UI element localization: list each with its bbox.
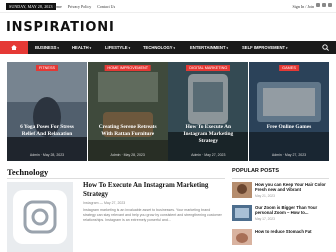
category-badge[interactable]: DIGITAL MARKETING xyxy=(186,65,231,71)
top-link-home[interactable]: Home xyxy=(52,4,62,9)
divider xyxy=(7,178,225,179)
featured-meta: Admin · May 27, 2023 xyxy=(271,153,307,157)
popular-thumbnail xyxy=(232,205,252,221)
chevron-down-icon: ▾ xyxy=(89,46,92,50)
chevron-down-icon: ▾ xyxy=(57,46,59,50)
post-excerpt: Instagram marketing is an invaluable ass… xyxy=(83,208,222,222)
featured-title[interactable]: Free Online Games xyxy=(255,124,323,131)
top-bar: SUNDAY, MAY 28, 2023 Home Privacy Policy… xyxy=(0,0,336,13)
popular-post-title[interactable]: How to reduce Stomach Fat xyxy=(255,229,329,234)
popular-posts-heading: POPULAR POSTS xyxy=(232,168,280,174)
nav-item-technology[interactable]: TECHNOLOGY▾ xyxy=(143,41,175,54)
chevron-down-icon: ▾ xyxy=(286,46,288,50)
date-badge: SUNDAY, MAY 28, 2023 xyxy=(6,3,56,10)
featured-title[interactable]: Creating Serene Retreats With Rattan Fur… xyxy=(94,124,162,138)
top-link-contact[interactable]: Contact Us xyxy=(97,4,115,9)
site-logo[interactable]: INSPIRATIONI xyxy=(6,20,115,35)
social-icons xyxy=(316,3,332,7)
featured-grid: FITNESS 6 Yoga Poses For Stress Relief A… xyxy=(7,62,329,161)
top-links: Home Privacy Policy Contact Us xyxy=(52,4,120,9)
post-thumbnail xyxy=(7,182,73,252)
category-badge[interactable]: GAMES xyxy=(279,65,299,71)
featured-card[interactable]: DIGITAL MARKETING How To Execute An Inst… xyxy=(168,62,249,161)
featured-meta: Admin · May 28, 2023 xyxy=(110,153,145,157)
facebook-icon[interactable] xyxy=(316,3,320,7)
instagram-icon[interactable] xyxy=(328,3,332,7)
featured-image-games xyxy=(249,62,329,161)
popular-post-date: May 21, 2023 xyxy=(255,194,275,198)
chevron-down-icon: ▾ xyxy=(173,46,176,50)
popular-post-title[interactable]: Our Zoom is Bigger Than Your personal Zo… xyxy=(255,205,329,215)
category-badge[interactable]: HOME IMPROVEMENT xyxy=(104,65,152,71)
post-meta: Instagram — May 27, 2023 xyxy=(83,201,126,205)
chevron-down-icon: ▾ xyxy=(226,46,229,50)
technology-post: How To Execute An Instagram Marketing St… xyxy=(83,181,223,223)
nav-item-self-improvement[interactable]: SELF IMPROVEMENT▾ xyxy=(242,41,288,54)
popular-post[interactable]: How to reduce Stomach Fat xyxy=(232,229,329,251)
featured-title[interactable]: 6 Yoga Poses For Stress Relief And Relax… xyxy=(13,124,81,138)
featured-meta: Admin · May 27, 2023 xyxy=(191,153,226,157)
featured-card[interactable]: HOME IMPROVEMENT Creating Serene Retreat… xyxy=(87,62,168,161)
popular-post-title[interactable]: How you can Keep Your Hair Color Fresh n… xyxy=(255,182,329,192)
popular-thumbnail xyxy=(232,182,252,198)
featured-image-rattan xyxy=(87,62,168,161)
featured-image-yoga xyxy=(7,62,87,161)
technology-post-image[interactable] xyxy=(7,182,73,252)
popular-post-date: May 17, 2023 xyxy=(255,217,275,221)
divider xyxy=(232,178,329,179)
twitter-icon[interactable] xyxy=(322,3,326,7)
popular-thumbnail xyxy=(232,229,252,245)
home-icon xyxy=(11,45,17,50)
featured-image-instagram xyxy=(168,62,249,161)
top-link-privacy[interactable]: Privacy Policy xyxy=(68,4,91,9)
nav-item-business[interactable]: BUSINESS▾ xyxy=(35,41,59,54)
featured-card[interactable]: GAMES Free Online Games Admin · May 27, … xyxy=(249,62,329,161)
featured-card[interactable]: FITNESS 6 Yoga Poses For Stress Relief A… xyxy=(7,62,87,161)
featured-title[interactable]: How To Execute An Instagram Marketing St… xyxy=(174,124,242,145)
section-title-technology[interactable]: Technology xyxy=(7,167,48,177)
chevron-down-icon: ▾ xyxy=(128,46,131,50)
popular-post[interactable]: Our Zoom is Bigger Than Your personal Zo… xyxy=(232,205,329,227)
nav-home-button[interactable] xyxy=(0,41,28,54)
category-badge[interactable]: FITNESS xyxy=(35,65,59,71)
nav-item-entertainment[interactable]: ENTERTAINMENT▾ xyxy=(190,41,228,54)
signin-link[interactable]: Sign In / Join xyxy=(293,4,314,9)
nav-item-health[interactable]: HEALTH▾ xyxy=(72,41,91,54)
featured-meta: Admin · May 28, 2023 xyxy=(29,153,65,157)
nav-item-lifestyle[interactable]: LIFESTYLE▾ xyxy=(105,41,130,54)
search-icon[interactable] xyxy=(322,44,329,51)
post-title[interactable]: How To Execute An Instagram Marketing St… xyxy=(83,181,223,199)
main-nav: BUSINESS▾ HEALTH▾ LIFESTYLE▾ TECHNOLOGY▾… xyxy=(0,41,336,54)
popular-post[interactable]: How you can Keep Your Hair Color Fresh n… xyxy=(232,182,329,204)
